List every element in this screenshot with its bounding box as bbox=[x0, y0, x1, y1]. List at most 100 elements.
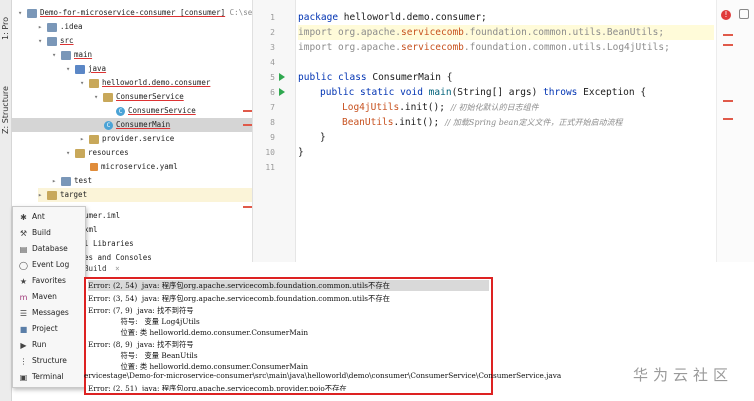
tree-row-src[interactable]: ▾ src bbox=[38, 34, 74, 48]
package-icon bbox=[89, 78, 99, 88]
messages-icon: ☰ bbox=[19, 308, 28, 318]
class-icon: C bbox=[104, 120, 113, 130]
collapse-icon[interactable]: ▸ bbox=[38, 20, 47, 34]
tree-error-marker bbox=[243, 206, 252, 208]
line-number: 8 bbox=[270, 118, 275, 127]
popup-item-ant[interactable]: ✱ Ant bbox=[19, 209, 45, 225]
line-number: 3 bbox=[270, 43, 275, 52]
folder-icon bbox=[61, 176, 71, 186]
tree-label: target bbox=[60, 190, 88, 199]
code-editor[interactable]: package helloworld.demo.consumer; import… bbox=[296, 0, 716, 262]
collapse-icon[interactable]: ▸ bbox=[52, 174, 61, 188]
line-number: 11 bbox=[265, 163, 275, 172]
expand-icon[interactable]: ▾ bbox=[38, 34, 47, 48]
tree-label: main bbox=[74, 50, 93, 59]
build-error-row[interactable]: Error: (3, 54) java: 程序包org.apache.servi… bbox=[88, 293, 390, 304]
tree-row-java[interactable]: ▾ java bbox=[66, 62, 106, 76]
inspection-icon[interactable] bbox=[739, 9, 749, 19]
popup-item-project[interactable]: ■ Project bbox=[19, 321, 58, 337]
terminal-icon: ▣ bbox=[19, 372, 28, 382]
tree-error-marker bbox=[243, 110, 252, 112]
tree-row-provider-service[interactable]: ▸ provider.service bbox=[80, 132, 174, 146]
code-line-5: public class ConsumerMain { bbox=[298, 72, 453, 83]
expand-icon[interactable]: ▾ bbox=[66, 146, 75, 160]
expand-icon[interactable]: ▾ bbox=[80, 76, 89, 90]
tree-row-main[interactable]: ▾ main bbox=[52, 48, 92, 62]
tree-label: provider.service bbox=[102, 134, 175, 143]
tree-row-idea[interactable]: ▸ .idea bbox=[38, 20, 83, 34]
error-file-path[interactable]: ervicestage\Demo-for-microservice-consum… bbox=[84, 370, 604, 381]
event-log-icon: ◯ bbox=[19, 260, 28, 270]
tree-label: .idea bbox=[60, 22, 83, 31]
tree-label: Demo-for-microservice-consumer [consumer… bbox=[40, 8, 226, 17]
tree-row-consumerservice-pkg[interactable]: ▾ ConsumerService bbox=[94, 90, 184, 104]
tree-row-consumermain[interactable]: C ConsumerMain bbox=[12, 118, 252, 132]
popup-item-maven[interactable]: m Maven bbox=[19, 289, 57, 305]
error-marker[interactable] bbox=[723, 34, 733, 36]
tree-error-marker bbox=[243, 124, 252, 126]
popup-item-build[interactable]: ⚒ Build bbox=[19, 225, 51, 241]
structure-icon: ⋮ bbox=[19, 356, 28, 366]
favorites-icon: ★ bbox=[19, 276, 28, 286]
folder-icon bbox=[47, 36, 57, 46]
tree-row-test[interactable]: ▸ test bbox=[52, 174, 92, 188]
error-stripe[interactable]: ! bbox=[716, 0, 754, 262]
build-error-detail: 符号: 变量 Log4jUtils bbox=[88, 317, 200, 326]
expand-icon[interactable]: ▾ bbox=[66, 62, 75, 76]
build-error-row[interactable]: Error: (2, 54) java: 程序包org.apache.servi… bbox=[88, 280, 489, 291]
tree-row-resources[interactable]: ▾ resources bbox=[66, 146, 129, 160]
build-tab-label: Build bbox=[84, 264, 107, 273]
tool-windows-popup: ✱ Ant ⚒ Build ▤ Database ◯ Event Log ★ Favori… bbox=[12, 206, 86, 388]
build-error-detail: 位置: 类 helloworld.demo.consumer.ConsumerM… bbox=[88, 328, 309, 337]
line-number: 4 bbox=[270, 58, 275, 67]
line-number: 1 bbox=[270, 13, 275, 22]
project-tool-tab[interactable]: 1: Pro bbox=[0, 4, 11, 40]
run-icon: ▶ bbox=[20, 340, 27, 350]
build-error-row[interactable]: Error: (8, 9) java: 找不到符号 bbox=[88, 339, 194, 350]
module-folder-icon bbox=[27, 8, 37, 18]
editor-gutter: 1 2 3 4 5 6 7 8 9 10 11 bbox=[253, 0, 296, 262]
build-icon: ⚒ bbox=[19, 228, 28, 238]
error-indicator-icon[interactable]: ! bbox=[721, 10, 731, 20]
popup-item-structure[interactable]: ⋮ Structure bbox=[19, 353, 67, 369]
tree-label: helloworld.demo.consumer bbox=[102, 78, 211, 87]
code-line-1: package helloworld.demo.consumer; bbox=[298, 12, 487, 23]
popup-item-messages[interactable]: ☰ Messages bbox=[19, 305, 69, 321]
collapse-icon[interactable]: ▸ bbox=[80, 132, 89, 146]
tree-row-package[interactable]: ▾ helloworld.demo.consumer bbox=[80, 76, 210, 90]
database-icon: ▤ bbox=[19, 244, 28, 254]
package-icon bbox=[89, 134, 99, 144]
build-error-row[interactable]: Error: (2, 51) java: 程序包org.apache.servi… bbox=[88, 383, 347, 391]
project-icon: ■ bbox=[19, 324, 28, 334]
code-line-6: public static void main(String[] args) t… bbox=[320, 87, 647, 98]
source-folder-icon bbox=[75, 64, 85, 74]
expand-icon[interactable]: ▾ bbox=[52, 48, 61, 62]
code-line-7: Log4jUtils.init(); // 初始化默认的日志组件 bbox=[342, 102, 539, 113]
tree-label: test bbox=[74, 176, 93, 185]
popup-item-event-log[interactable]: ◯ Event Log bbox=[19, 257, 69, 273]
tree-label: ConsumerMain bbox=[116, 120, 171, 129]
line-number: 7 bbox=[270, 103, 275, 112]
tree-row-yaml[interactable]: microservice.yaml bbox=[90, 160, 178, 174]
popup-item-terminal[interactable]: ▣ Terminal bbox=[19, 369, 64, 385]
build-error-row[interactable]: Error: (7, 9) java: 找不到符号 bbox=[88, 305, 194, 316]
run-main-icon[interactable] bbox=[279, 88, 285, 96]
code-line-2: import org.apache.servicecomb.foundation… bbox=[298, 25, 714, 40]
popup-item-run[interactable]: ▶ Run bbox=[19, 337, 46, 353]
run-class-icon[interactable] bbox=[279, 73, 285, 81]
structure-tool-tab[interactable]: Z: Structure bbox=[0, 74, 11, 134]
tree-row-root[interactable]: ▾ Demo-for-microservice-consumer [consume… bbox=[18, 6, 252, 20]
expand-icon[interactable]: ▾ bbox=[18, 6, 27, 20]
tree-row-target[interactable]: ▸ target bbox=[38, 188, 252, 202]
error-marker[interactable] bbox=[723, 44, 733, 46]
popup-item-database[interactable]: ▤ Database bbox=[19, 241, 68, 257]
error-marker[interactable] bbox=[723, 100, 733, 102]
build-tab[interactable]: Build × bbox=[84, 262, 284, 275]
close-icon[interactable]: × bbox=[115, 264, 120, 273]
error-marker[interactable] bbox=[723, 118, 733, 120]
expand-icon[interactable]: ▾ bbox=[94, 90, 103, 104]
resources-folder-icon bbox=[75, 148, 85, 158]
tree-row-consumerservice-class[interactable]: C ConsumerService bbox=[116, 104, 196, 118]
popup-item-favorites[interactable]: ★ Favorites bbox=[19, 273, 66, 289]
collapse-icon[interactable]: ▸ bbox=[38, 188, 47, 202]
